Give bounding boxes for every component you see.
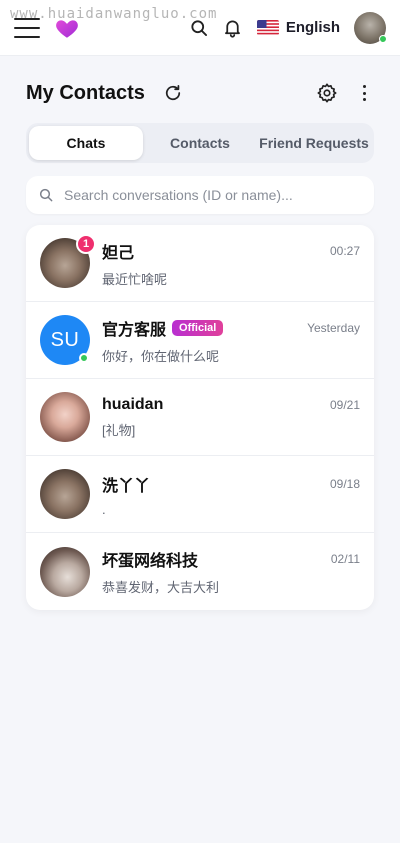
- chat-row[interactable]: 坏蛋网络科技 02/11 恭喜发财，大吉大利: [26, 533, 374, 610]
- chat-time: 09/18: [329, 476, 360, 491]
- avatar: [40, 546, 90, 597]
- chat-row[interactable]: SU 官方客服 Official Yesterday 你好，你在做什么呢: [26, 302, 374, 379]
- search-icon[interactable]: [187, 16, 211, 40]
- chat-last-message: .: [102, 501, 106, 517]
- chat-name: 妲己: [102, 244, 135, 262]
- avatar: 1: [40, 234, 96, 288]
- tab-chats[interactable]: Chats: [29, 126, 143, 160]
- chat-last-message: 最近忙啥呢: [102, 271, 168, 287]
- chat-last-message: 恭喜发财，大吉大利: [102, 580, 220, 595]
- search-icon: [39, 188, 53, 202]
- search-input[interactable]: [64, 187, 362, 203]
- chat-time: 09/21: [329, 397, 360, 412]
- avatar: [40, 392, 90, 442]
- chat-last-message: 你好，你在做什么呢: [102, 348, 220, 364]
- chat-row[interactable]: huaidan 09/21 [礼物]: [26, 379, 374, 456]
- chat-name: 洗丫丫: [102, 477, 151, 495]
- unread-badge: 1: [76, 234, 96, 254]
- page-title: My Contacts: [26, 81, 145, 104]
- avatar: SU: [40, 315, 90, 365]
- avatar-initials: SU: [50, 328, 80, 351]
- tab-bar: Chats Contacts Friend Requests: [26, 123, 374, 163]
- chat-row[interactable]: 1 妲己 00:27 最近忙啥呢: [26, 225, 374, 302]
- bell-icon[interactable]: [221, 16, 245, 40]
- heart-logo-icon[interactable]: [54, 15, 80, 41]
- chat-time: Yesterday: [307, 320, 360, 335]
- chat-list: 1 妲己 00:27 最近忙啥呢 SU 官方客服 Official Yester…: [26, 225, 374, 610]
- chat-name: 坏蛋网络科技: [102, 553, 199, 570]
- chat-time: 02/11: [330, 552, 360, 566]
- online-status-dot: [379, 34, 387, 43]
- menu-icon[interactable]: [14, 17, 40, 38]
- chat-last-message: [礼物]: [102, 422, 136, 438]
- language-label: English: [285, 19, 340, 36]
- avatar: [40, 469, 90, 519]
- user-avatar[interactable]: [354, 11, 387, 44]
- more-vertical-icon[interactable]: [354, 82, 374, 104]
- chat-name: huaidan: [102, 395, 164, 413]
- tab-contacts[interactable]: Contacts: [143, 126, 257, 160]
- us-flag-icon: [256, 20, 279, 35]
- top-bar: English: [0, 0, 400, 56]
- search-bar: [26, 176, 374, 214]
- official-badge: Official: [172, 319, 224, 336]
- chat-row[interactable]: 洗丫丫 09/18 .: [26, 456, 374, 533]
- online-status-dot: [79, 353, 89, 363]
- chat-time: 00:27: [329, 243, 360, 258]
- refresh-icon[interactable]: [163, 83, 183, 103]
- tab-friend-requests[interactable]: Friend Requests: [257, 126, 371, 160]
- chat-name: 官方客服: [102, 321, 167, 339]
- language-selector[interactable]: English: [256, 19, 340, 36]
- page-header: My Contacts: [0, 80, 400, 106]
- gear-icon[interactable]: [316, 82, 338, 104]
